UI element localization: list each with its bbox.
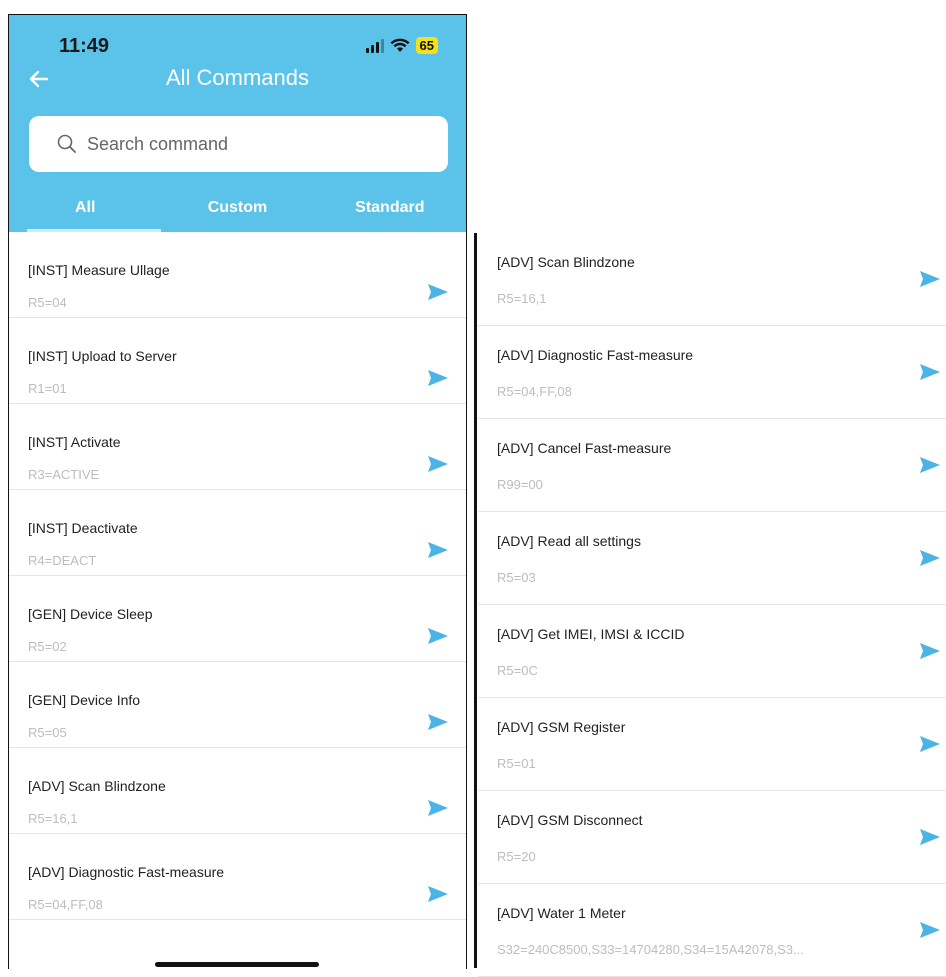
command-name: [ADV] Diagnostic Fast-measure [497, 347, 694, 363]
command-name: [ADV] GSM Register [497, 719, 626, 735]
command-row[interactable]: [ADV] Diagnostic Fast-measure R5=04,FF,08 [9, 834, 466, 920]
command-code: R5=20 [497, 849, 536, 864]
command-code: R3=ACTIVE [28, 467, 100, 482]
command-code: R5=0C [497, 663, 538, 678]
send-icon[interactable] [428, 542, 448, 558]
command-name: [INST] Upload to Server [28, 348, 177, 364]
command-row[interactable]: [INST] Measure Ullage R5=04 [9, 232, 466, 318]
command-name: [ADV] Cancel Fast-measure [497, 440, 672, 456]
tab-standard[interactable]: Standard [314, 199, 466, 232]
command-code: R5=03 [497, 570, 536, 585]
command-row[interactable]: [ADV] GSM Register R5=01 [478, 698, 946, 791]
signal-icon [365, 38, 384, 53]
send-icon[interactable] [920, 550, 940, 566]
command-code: R1=01 [28, 381, 67, 396]
command-code: R5=16,1 [28, 811, 78, 826]
command-code: R5=04,FF,08 [28, 897, 103, 912]
command-row[interactable]: [INST] Upload to Server R1=01 [9, 318, 466, 404]
send-icon[interactable] [428, 886, 448, 902]
send-icon[interactable] [920, 457, 940, 473]
command-code: R5=01 [497, 756, 536, 771]
status-time: 11:49 [59, 35, 110, 57]
command-row[interactable]: [INST] Deactivate R4=DEACT [9, 490, 466, 576]
send-icon[interactable] [428, 800, 448, 816]
command-code: R5=02 [28, 639, 67, 654]
search-input[interactable] [85, 132, 389, 156]
command-name: [GEN] Device Info [28, 692, 141, 708]
command-row[interactable]: [ADV] Cancel Fast-measure R99=00 [478, 419, 946, 512]
command-list: [INST] Measure Ullage R5=04 [INST] Upload … [9, 232, 466, 920]
battery-icon: 65 [415, 37, 438, 54]
command-code: R5=04,FF,08 [497, 384, 572, 399]
command-row[interactable]: [INST] Activate R3=ACTIVE [9, 404, 466, 490]
command-name: [INST] Deactivate [28, 520, 138, 536]
search-icon [57, 134, 76, 153]
tab-all[interactable]: All [9, 199, 162, 232]
send-icon[interactable] [920, 736, 940, 752]
send-icon[interactable] [920, 643, 940, 659]
command-name: [ADV] Diagnostic Fast-measure [28, 864, 225, 880]
left-screenshot: 11:49 65 All Commands All Custom [8, 14, 467, 969]
command-row[interactable]: [GEN] Device Info R5=05 [9, 662, 466, 748]
tab-custom[interactable]: Custom [161, 199, 313, 232]
command-name: [INST] Measure Ullage [28, 262, 170, 278]
command-name: [INST] Activate [28, 434, 121, 450]
send-icon[interactable] [920, 922, 940, 938]
send-icon[interactable] [428, 456, 448, 472]
command-list-continued: [ADV] Scan Blindzone R5=16,1 [ADV] Diagnos… [478, 233, 946, 977]
search-bar[interactable] [29, 116, 448, 172]
home-indicator [155, 962, 319, 967]
command-row[interactable]: [ADV] Water 1 Meter S32=240C8500,S33=1470… [478, 884, 946, 977]
command-row[interactable]: [ADV] Get IMEI, IMSI & ICCID R5=0C [478, 605, 946, 698]
wifi-icon [390, 38, 410, 52]
status-icons: 65 [365, 37, 438, 54]
command-row[interactable]: [ADV] Scan Blindzone R5=16,1 [478, 233, 946, 326]
send-icon[interactable] [428, 284, 448, 300]
command-code: R5=04 [28, 295, 67, 310]
command-code: S32=240C8500,S33=14704280,S34=15A42078,S… [497, 942, 804, 957]
command-code: R4=DEACT [28, 553, 97, 568]
page-title: All Commands [165, 65, 310, 90]
send-icon[interactable] [920, 829, 940, 845]
command-code: R5=05 [28, 725, 67, 740]
command-row[interactable]: [ADV] Scan Blindzone R5=16,1 [9, 748, 466, 834]
command-row[interactable]: [ADV] GSM Disconnect R5=20 [478, 791, 946, 884]
command-row[interactable]: [ADV] Read all settings R5=03 [478, 512, 946, 605]
command-name: [ADV] Read all settings [497, 533, 641, 549]
divider [474, 233, 477, 968]
command-row[interactable]: [ADV] Diagnostic Fast-measure R5=04,FF,08 [478, 326, 946, 419]
app-header: 11:49 65 All Commands All Custom [9, 15, 466, 232]
send-icon[interactable] [920, 364, 940, 380]
command-code: R5=16,1 [497, 291, 547, 306]
command-name: [ADV] Get IMEI, IMSI & ICCID [497, 626, 685, 642]
command-code: R99=00 [497, 477, 543, 492]
command-name: [ADV] Water 1 Meter [497, 905, 626, 921]
tab-bar: All Custom Standard [9, 199, 466, 232]
send-icon[interactable] [428, 628, 448, 644]
command-name: [ADV] Scan Blindzone [497, 254, 635, 270]
send-icon[interactable] [920, 271, 940, 287]
command-name: [GEN] Device Sleep [28, 606, 153, 622]
command-name: [ADV] GSM Disconnect [497, 812, 643, 828]
command-row[interactable]: [GEN] Device Sleep R5=02 [9, 576, 466, 662]
send-icon[interactable] [428, 714, 448, 730]
send-icon[interactable] [428, 370, 448, 386]
command-name: [ADV] Scan Blindzone [28, 778, 166, 794]
